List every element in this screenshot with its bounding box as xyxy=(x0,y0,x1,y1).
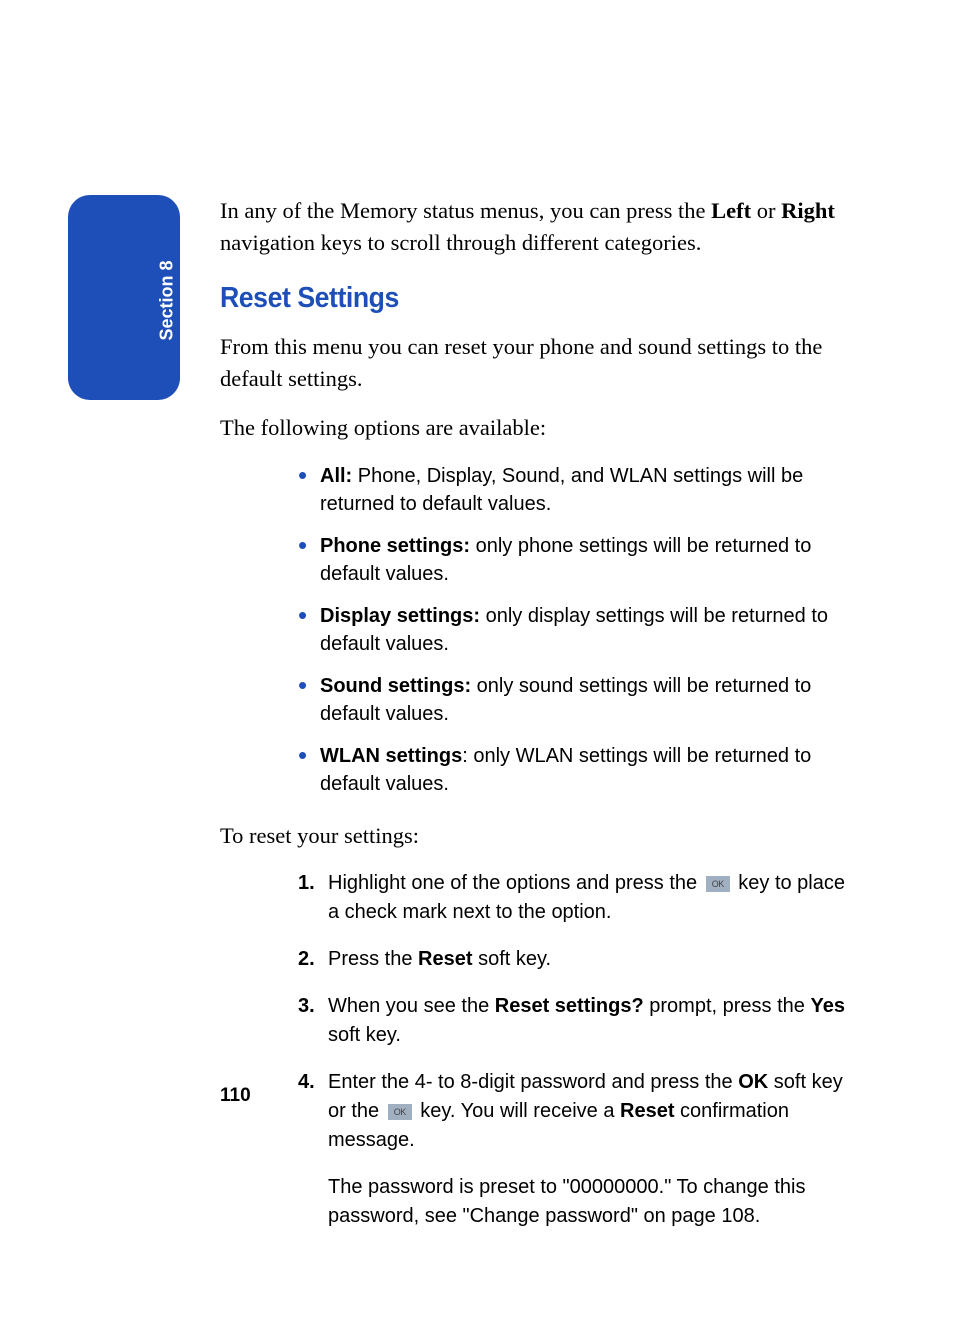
option-wlan: WLAN settings: only WLAN settings will b… xyxy=(298,742,859,798)
step-text: prompt, press the xyxy=(644,995,811,1017)
option-label: Phone settings: xyxy=(320,535,470,557)
password-note: The password is preset to "00000000." To… xyxy=(328,1173,859,1231)
step-text: key. You will receive a xyxy=(415,1100,620,1122)
option-phone: Phone settings: only phone settings will… xyxy=(298,532,859,588)
option-label: All: xyxy=(320,465,352,487)
step-text: Enter the 4- to 8-digit password and pre… xyxy=(328,1071,738,1093)
option-label: Display settings: xyxy=(320,605,480,627)
intro-key-left: Left xyxy=(711,198,751,223)
steps-list: Highlight one of the options and press t… xyxy=(298,869,859,1155)
intro-paragraph: In any of the Memory status menus, you c… xyxy=(220,195,859,258)
step-bold: Yes xyxy=(810,995,844,1017)
intro-text-2: or xyxy=(751,198,781,223)
paragraph-1: From this menu you can reset your phone … xyxy=(220,331,859,394)
page-number: 110 xyxy=(220,1085,251,1107)
paragraph-3: To reset your settings: xyxy=(220,820,859,852)
step-text: Highlight one of the options and press t… xyxy=(328,872,703,894)
step-3: When you see the Reset settings? prompt,… xyxy=(298,992,859,1050)
option-display: Display settings: only display settings … xyxy=(298,602,859,658)
option-text: Phone, Display, Sound, and WLAN settings… xyxy=(320,465,803,515)
step-bold: OK xyxy=(738,1071,768,1093)
ok-key-icon: OK xyxy=(388,1104,412,1120)
reset-settings-heading: Reset Settings xyxy=(220,282,808,315)
step-text: soft key. xyxy=(328,1024,401,1046)
step-bold: Reset xyxy=(418,948,472,970)
option-all: All: Phone, Display, Sound, and WLAN set… xyxy=(298,462,859,518)
step-1: Highlight one of the options and press t… xyxy=(298,869,859,927)
intro-key-right: Right xyxy=(781,198,835,223)
step-bold: Reset xyxy=(620,1100,674,1122)
option-label: WLAN settings xyxy=(320,745,462,767)
step-text: Press the xyxy=(328,948,418,970)
ok-key-icon: OK xyxy=(706,876,730,892)
intro-text-3: navigation keys to scroll through differ… xyxy=(220,230,701,255)
option-sound: Sound settings: only sound settings will… xyxy=(298,672,859,728)
options-list: All: Phone, Display, Sound, and WLAN set… xyxy=(298,462,859,798)
paragraph-2: The following options are available: xyxy=(220,412,859,444)
intro-text-1: In any of the Memory status menus, you c… xyxy=(220,198,711,223)
option-label: Sound settings: xyxy=(320,675,471,697)
step-bold: Reset settings? xyxy=(495,995,644,1017)
step-text: When you see the xyxy=(328,995,495,1017)
page-content: In any of the Memory status menus, you c… xyxy=(0,0,954,1231)
step-4: Enter the 4- to 8-digit password and pre… xyxy=(298,1068,859,1155)
step-text: soft key. xyxy=(473,948,552,970)
step-2: Press the Reset soft key. xyxy=(298,945,859,974)
